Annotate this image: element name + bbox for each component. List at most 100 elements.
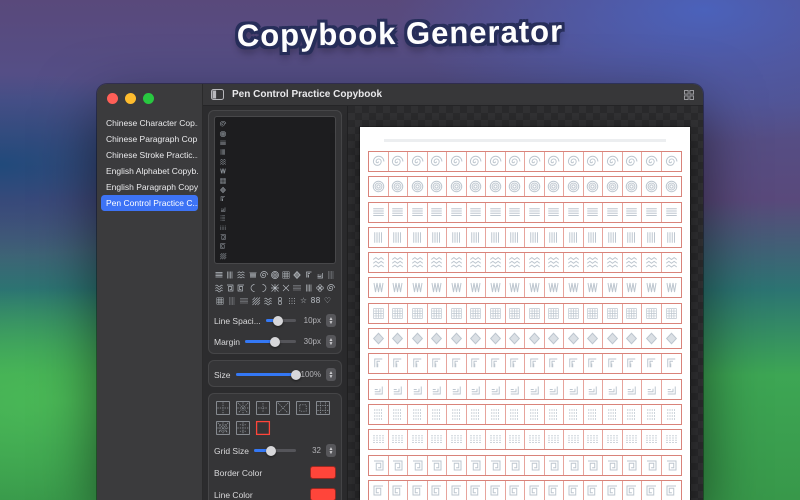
slider-track[interactable] — [235, 369, 301, 380]
practice-cell — [486, 430, 506, 450]
slider-knob[interactable] — [269, 336, 280, 347]
palette-glyph-button[interactable] — [248, 269, 258, 280]
sidebar-item[interactable]: Chinese Stroke Practic... — [101, 147, 198, 163]
grid-style-shi[interactable] — [254, 399, 271, 416]
line-color-swatch[interactable] — [310, 488, 336, 500]
grid-style-tian[interactable] — [214, 399, 231, 416]
h-zigzag-glyph — [645, 257, 657, 268]
palette-glyph-button[interactable] — [292, 269, 302, 280]
slider-track[interactable] — [244, 336, 296, 347]
border-color-swatch[interactable] — [310, 466, 336, 479]
palette-glyph-button[interactable] — [270, 269, 280, 280]
palette-glyph-button[interactable] — [270, 282, 280, 293]
spiral-circle-glyph — [392, 155, 404, 166]
stepper-control[interactable]: ▲ ▼ — [326, 314, 336, 327]
palette-glyph-button[interactable]: ☆ — [298, 295, 309, 306]
palette-glyph-button[interactable] — [248, 282, 258, 293]
palette-glyph-button[interactable] — [225, 269, 235, 280]
h-dashes-glyph — [607, 435, 618, 444]
palette-glyph-button[interactable] — [259, 269, 269, 280]
palette-glyph-button[interactable] — [262, 295, 273, 306]
stepper-control[interactable]: ▲ ▼ — [326, 444, 336, 457]
palette-glyph-button[interactable] — [326, 269, 336, 280]
sidebar-item[interactable]: English Alphabet Copyb... — [101, 163, 198, 179]
sidebar-item[interactable]: English Paragraph Copy... — [101, 179, 198, 195]
palette-glyph-button[interactable] — [226, 295, 237, 306]
glyph-text-editor[interactable] — [214, 116, 336, 264]
export-grid-icon[interactable] — [684, 89, 694, 100]
spiral-circle-glyph — [372, 155, 385, 166]
preview-canvas[interactable] — [348, 106, 703, 500]
stepper-control[interactable]: ▲ ▼ — [326, 368, 336, 381]
practice-cell — [447, 430, 467, 450]
palette-glyph-button[interactable] — [259, 282, 269, 293]
practice-cell — [603, 152, 623, 171]
palette-glyph-button[interactable] — [315, 282, 325, 293]
practice-cell — [408, 379, 428, 399]
palette-glyph-button[interactable] — [326, 282, 336, 293]
slider-track[interactable] — [265, 315, 296, 326]
palette-glyph-button[interactable] — [214, 269, 224, 280]
grid-style-mi2[interactable] — [214, 419, 231, 436]
spiral-circle-glyph — [450, 155, 463, 166]
zoom-button[interactable] — [143, 93, 154, 104]
slider-knob[interactable] — [265, 445, 276, 456]
practice-cell — [369, 227, 389, 247]
minimize-button[interactable] — [125, 93, 136, 104]
sidebar-item[interactable]: Chinese Paragraph Cop... — [101, 131, 198, 147]
practice-cell — [525, 455, 545, 475]
v-zigzag-glyph — [490, 283, 501, 293]
palette-glyph-button[interactable] — [304, 282, 314, 293]
practice-cell — [662, 380, 682, 399]
slider-track[interactable] — [253, 445, 296, 456]
grid-style-hui[interactable] — [294, 399, 311, 416]
palette-glyph-button[interactable] — [236, 269, 246, 280]
practice-cell — [545, 404, 564, 424]
practice-cell — [603, 404, 623, 424]
practice-cell — [486, 354, 506, 374]
v-zigzag-glyph — [509, 283, 520, 293]
palette-glyph-button[interactable] — [250, 295, 261, 306]
grid-style-jing[interactable] — [314, 399, 331, 416]
sidebar-item[interactable]: Pen Control Practice C... — [101, 195, 198, 211]
sidebar-toggle-icon[interactable] — [211, 89, 224, 100]
palette-glyph-button[interactable] — [281, 269, 291, 280]
grid-style-blank-selected[interactable] — [254, 419, 271, 436]
palette-glyph-button[interactable] — [304, 269, 314, 280]
practice-cell — [584, 329, 603, 349]
palette-glyph-button[interactable] — [281, 282, 291, 293]
square-spiral-cw-glyph — [412, 460, 423, 471]
palette-glyph-button[interactable] — [236, 282, 246, 293]
grid-style-mi[interactable] — [234, 399, 251, 416]
palette-glyph-button[interactable]: 88 — [310, 295, 321, 306]
practice-cell — [603, 430, 623, 450]
slider-knob[interactable] — [290, 369, 301, 380]
stepper-control[interactable]: ▲ ▼ — [326, 335, 336, 348]
palette-glyph-button[interactable] — [214, 295, 225, 306]
main-area: Pen Control Practice Copybook ☆ 88 ♡ Line … — [203, 84, 703, 500]
practice-cell — [486, 329, 506, 349]
grid-style-x[interactable] — [274, 399, 291, 416]
palette-glyph-button[interactable] — [238, 295, 249, 306]
slider-knob[interactable] — [273, 315, 284, 326]
palette-glyph-button[interactable] — [315, 269, 325, 280]
line-spacing-slider: Line Spaci... 10px ▲ ▼ — [214, 314, 336, 327]
grid-style-tian2[interactable] — [234, 419, 251, 436]
practice-cell — [447, 152, 467, 171]
practice-cell — [642, 303, 662, 323]
close-button[interactable] — [107, 93, 118, 104]
l-steps-glyph — [394, 386, 402, 395]
practice-cell — [603, 227, 623, 247]
palette-glyph-button[interactable]: ♡ — [322, 295, 333, 306]
practice-cell — [525, 354, 545, 374]
palette-glyph-button[interactable] — [286, 295, 297, 306]
h-lines-glyph — [470, 207, 481, 216]
sidebar-item[interactable]: Chinese Character Cop... — [101, 115, 198, 131]
v-dashes-glyph — [393, 409, 402, 420]
palette-glyph-button[interactable] — [292, 282, 302, 293]
palette-glyph-button[interactable] — [225, 282, 235, 293]
palette-glyph-button[interactable] — [274, 295, 285, 306]
border-color-row: Border Color — [214, 466, 336, 479]
palette-glyph-button[interactable] — [214, 282, 224, 293]
diamond-glyph — [626, 332, 638, 345]
